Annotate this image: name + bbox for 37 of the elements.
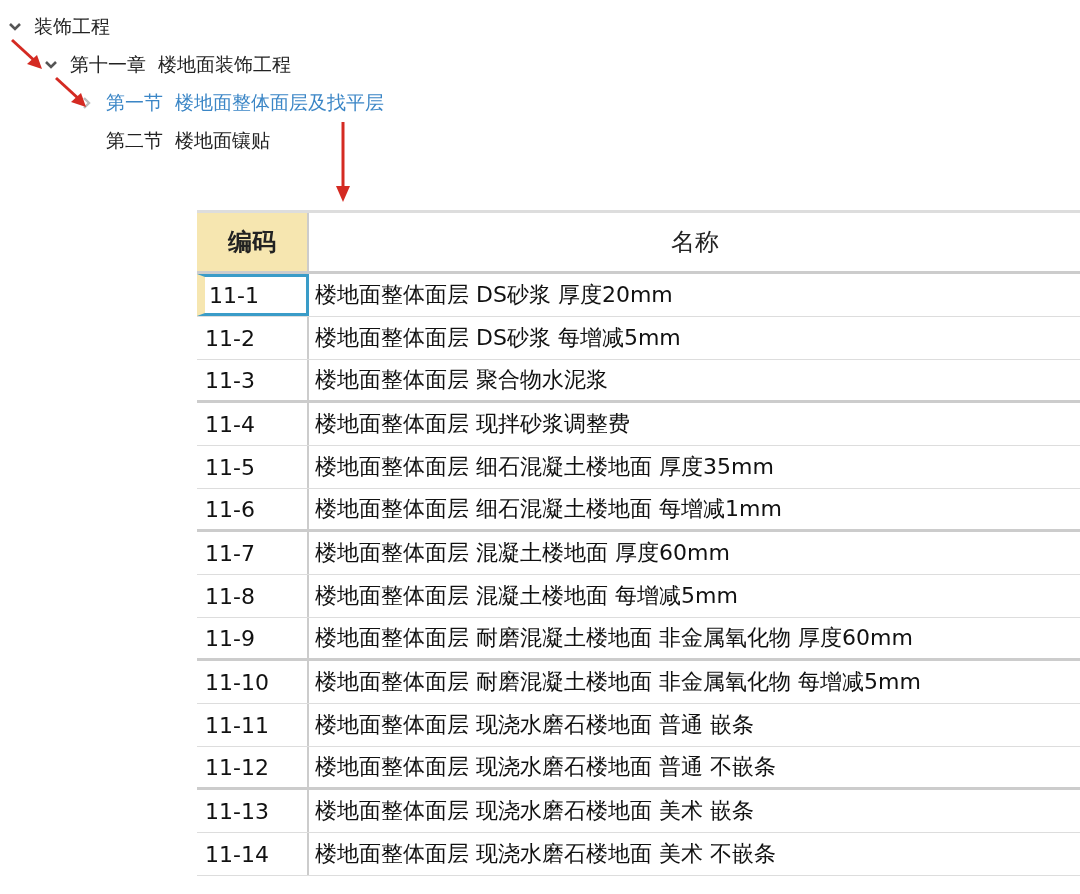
table-cell-text: 楼地面整体面层 现浇水磨石楼地面 普通 嵌条 bbox=[314, 711, 755, 739]
table-cell: 11-6 bbox=[197, 489, 309, 529]
table-cell-text: 楼地面整体面层 现浇水磨石楼地面 美术 不嵌条 bbox=[314, 840, 777, 868]
table-cell-text: 楼地面整体面层 混凝土楼地面 每增减5mm bbox=[314, 582, 739, 610]
column-header[interactable]: 名称 bbox=[309, 213, 1080, 271]
table-cell-text: 楼地面整体面层 聚合物水泥浆 bbox=[314, 366, 609, 394]
arrow-icon bbox=[336, 122, 350, 202]
caret-down-icon[interactable] bbox=[44, 60, 58, 70]
table-cell-text: 楼地面整体面层 细石混凝土楼地面 每增减1mm bbox=[314, 495, 783, 523]
table-cell: 11-3 bbox=[197, 360, 309, 400]
table-cell: 11-4 bbox=[197, 403, 309, 445]
table-cell: 11-9 bbox=[197, 618, 309, 658]
table-cell-text: 楼地面整体面层 耐磨混凝土楼地面 非金属氧化物 厚度60mm bbox=[314, 624, 914, 652]
caret-down-icon[interactable] bbox=[8, 22, 22, 32]
table-cell-text: 楼地面整体面层 耐磨混凝土楼地面 非金属氧化物 每增减5mm bbox=[314, 668, 922, 696]
tree-item[interactable]: 第一节 楼地面整体面层及找平层 bbox=[106, 90, 385, 116]
table-cell: 11-8 bbox=[197, 575, 309, 617]
table-cell: 11-13 bbox=[197, 790, 309, 832]
tree-item[interactable]: 第二节 楼地面镶贴 bbox=[106, 128, 271, 154]
table-cell: 11-5 bbox=[197, 446, 309, 488]
table-cell-text: 楼地面整体面层 现拌砂浆调整费 bbox=[314, 410, 631, 438]
table-cell: 11-2 bbox=[197, 317, 309, 359]
table-cell-text: 楼地面整体面层 现浇水磨石楼地面 普通 不嵌条 bbox=[314, 753, 777, 781]
table-cell-text: 楼地面整体面层 现浇水磨石楼地面 美术 嵌条 bbox=[314, 797, 755, 825]
table-cell: 11-10 bbox=[197, 661, 309, 703]
table-cell: 11-14 bbox=[197, 833, 309, 875]
table-cell: 11-12 bbox=[197, 747, 309, 787]
table-cell-text: 楼地面整体面层 混凝土楼地面 厚度60mm bbox=[314, 539, 731, 567]
tree-item[interactable]: 装饰工程 bbox=[34, 14, 110, 40]
table-cell: 11-1 bbox=[197, 274, 309, 316]
table-cell: 11-11 bbox=[197, 704, 309, 746]
table-cell-text: 楼地面整体面层 细石混凝土楼地面 厚度35mm bbox=[314, 453, 775, 481]
table-cell: 11-7 bbox=[197, 532, 309, 574]
table-cell-text: 楼地面整体面层 DS砂浆 每增减5mm bbox=[314, 324, 682, 352]
column-header[interactable]: 编码 bbox=[197, 213, 309, 271]
table-cell-text: 楼地面整体面层 DS砂浆 厚度20mm bbox=[314, 281, 674, 309]
tree-item[interactable]: 第十一章 楼地面装饰工程 bbox=[70, 52, 292, 78]
